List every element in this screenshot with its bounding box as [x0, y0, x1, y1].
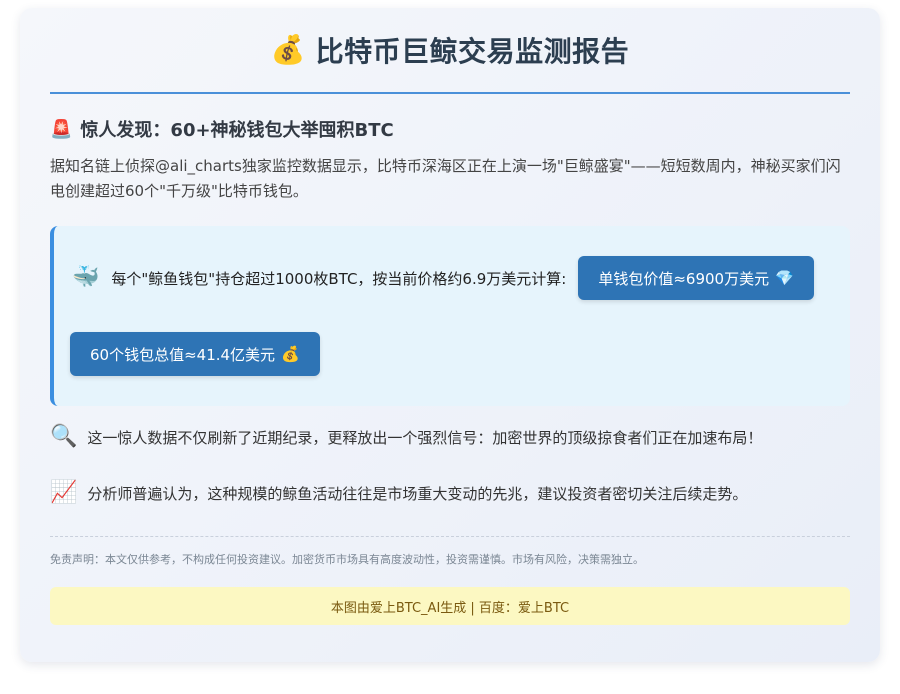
analyst-paragraph: 📈 分析师普遍认为，这种规模的鲸鱼活动往往是市场重大变动的先兆，建议投资者密切关…	[50, 482, 850, 504]
money-bag-icon: 💰	[281, 345, 300, 363]
title-row: 💰 比特币巨鲸交易监测报告	[50, 8, 850, 94]
analyst-paragraph-text: 分析师普遍认为，这种规模的鲸鱼活动往往是市场重大变动的先兆，建议投资者密切关注后…	[87, 484, 748, 503]
money-bag-icon: 💰	[270, 33, 306, 66]
highlight-line: 🐳 每个"鲸鱼钱包"持仓超过1000枚BTC，按当前价格约6.9万美元计算: 单…	[72, 256, 814, 300]
magnifier-icon: 🔍	[50, 424, 78, 449]
report-card: 💰 比特币巨鲸交易监测报告 🚨 惊人发现：60+神秘钱包大举囤积BTC 据知名链…	[20, 8, 880, 662]
single-wallet-value-badge: 单钱包价值≈6900万美元 💎	[578, 256, 814, 300]
whale-icon: 🐳	[72, 265, 100, 290]
highlight-box: 🐳 每个"鲸鱼钱包"持仓超过1000枚BTC，按当前价格约6.9万美元计算: 单…	[50, 226, 850, 406]
siren-icon: 🚨	[50, 118, 73, 140]
chart-increasing-icon: 📈	[50, 480, 78, 505]
disclaimer: 免责声明：本文仅供参考，不构成任何投资建议。加密货币市场具有高度波动性，投资需谨…	[50, 553, 644, 566]
signal-paragraph-text: 这一惊人数据不仅刷新了近期纪录，更释放出一个强烈信号：加密世界的顶级掠食者们正在…	[87, 428, 763, 447]
single-wallet-value-label: 单钱包价值≈6900万美元	[598, 269, 770, 288]
intro-paragraph: 据知名链上侦探@ali_charts独家监控数据显示，比特币深海区正在上演一场"…	[50, 157, 841, 200]
footer-note: 本图由爱上BTC_AI生成 | 百度：爱上BTC	[50, 587, 850, 625]
signal-paragraph: 🔍 这一惊人数据不仅刷新了近期纪录，更释放出一个强烈信号：加密世界的顶级掠食者们…	[50, 426, 850, 448]
divider	[50, 536, 850, 537]
gem-icon: 💎	[775, 269, 794, 287]
section-heading: 惊人发现：60+神秘钱包大举囤积BTC	[80, 120, 394, 141]
total-wallet-value-label: 60个钱包总值≈41.4亿美元	[90, 345, 276, 364]
section-heading-row: 🚨 惊人发现：60+神秘钱包大举囤积BTC	[50, 116, 850, 142]
total-wallet-value-badge: 60个钱包总值≈41.4亿美元 💰	[70, 332, 320, 376]
highlight-text: 每个"鲸鱼钱包"持仓超过1000枚BTC，按当前价格约6.9万美元计算:	[111, 269, 567, 288]
page-title: 比特币巨鲸交易监测报告	[315, 35, 630, 68]
